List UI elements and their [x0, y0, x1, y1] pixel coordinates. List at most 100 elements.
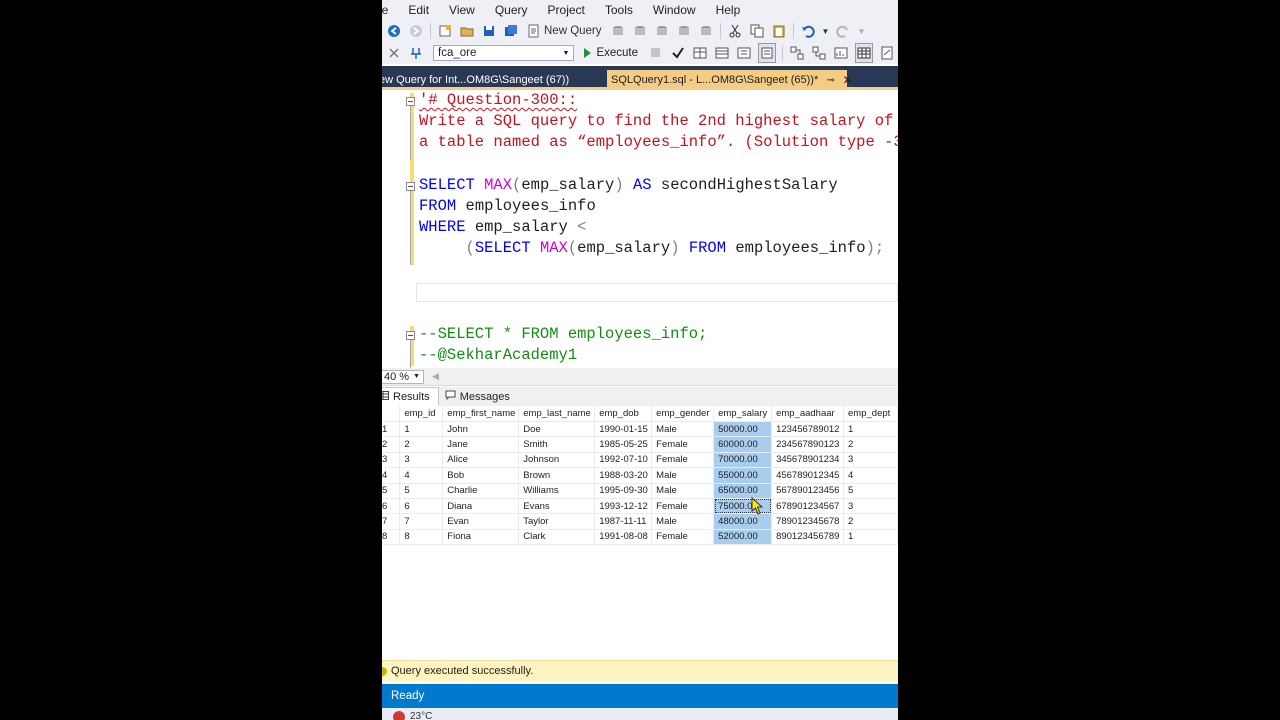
live-stats-icon[interactable]: [811, 44, 827, 62]
cell-emp-aadhaar[interactable]: 678901234567: [771, 498, 845, 515]
cell-emp-dob[interactable]: 1991-08-08: [594, 529, 653, 546]
cell-emp-dept[interactable]: 3: [843, 452, 898, 469]
scroll-left-icon[interactable]: ◀: [432, 371, 439, 382]
column-header-emp-last-name[interactable]: emp_last_name: [518, 406, 596, 422]
cell-emp-dept[interactable]: 2: [843, 513, 898, 530]
row-number-header[interactable]: [382, 406, 401, 422]
paste-icon[interactable]: [771, 22, 787, 40]
stop-icon[interactable]: [648, 44, 664, 62]
cell-emp-last-name[interactable]: Smith: [518, 436, 596, 453]
cell-emp-dept[interactable]: 4: [843, 467, 898, 484]
table-row[interactable]: 5 5 Charlie Williams 1995-09-30 Male 65000.00 5…: [382, 483, 898, 499]
cell-emp-aadhaar[interactable]: 789012345678: [771, 513, 845, 530]
menu-tools[interactable]: Tools: [595, 3, 643, 17]
column-header-emp-salary[interactable]: emp_salary: [713, 406, 773, 422]
cell-emp-first-name[interactable]: Jane: [442, 436, 520, 453]
table-row[interactable]: 4 4 Bob Brown 1988-03-20 Male 55000.00 45678901…: [382, 467, 898, 484]
cell-emp-gender[interactable]: Female: [651, 436, 715, 453]
row-number[interactable]: 4: [382, 467, 401, 484]
menu-file[interactable]: le: [382, 3, 398, 17]
cell-emp-id[interactable]: 4: [399, 467, 444, 484]
undo-icon[interactable]: [800, 22, 816, 40]
dmx-query-icon[interactable]: [654, 22, 670, 40]
new-query-button[interactable]: New Query: [525, 22, 604, 40]
cell-emp-salary[interactable]: 52000.00: [713, 529, 773, 546]
cell-emp-id[interactable]: 1: [399, 421, 444, 438]
row-number[interactable]: 3: [382, 452, 401, 469]
cell-emp-id[interactable]: 6: [399, 498, 444, 515]
results-to-grid-icon[interactable]: [855, 43, 873, 63]
column-header-emp-id[interactable]: emp_id: [399, 406, 444, 422]
column-header-emp-dept[interactable]: emp_dept: [843, 406, 898, 422]
cell-emp-aadhaar[interactable]: 567890123456: [771, 483, 845, 499]
cell-emp-gender[interactable]: Female: [651, 498, 715, 515]
undo-dropdown-icon[interactable]: ▼: [822, 22, 830, 40]
cell-emp-aadhaar[interactable]: 456789012345: [771, 467, 845, 484]
cell-emp-first-name[interactable]: Fiona: [442, 529, 520, 546]
menu-edit[interactable]: Edit: [398, 3, 439, 17]
cell-emp-dept[interactable]: 5: [843, 483, 898, 499]
client-stats-icon[interactable]: [833, 44, 849, 62]
pin-icon[interactable]: ⊸: [826, 75, 834, 86]
new-project-icon[interactable]: [437, 22, 453, 40]
back-icon[interactable]: [386, 22, 402, 40]
zoom-select[interactable]: 40 % ▼: [382, 369, 424, 384]
cell-emp-salary[interactable]: 70000.00: [713, 452, 773, 469]
cell-emp-dob[interactable]: 1990-01-15: [594, 421, 653, 438]
database-select[interactable]: fca_ore ▼: [433, 45, 575, 61]
cell-emp-first-name[interactable]: John: [442, 421, 520, 438]
cell-emp-last-name[interactable]: Doe: [518, 421, 596, 438]
save-all-icon[interactable]: [503, 22, 519, 40]
query-designer-icon[interactable]: [714, 44, 730, 62]
table-row[interactable]: 8 8 Fiona Clark 1991-08-08 Female 52000.00 8901…: [382, 529, 898, 546]
row-number[interactable]: 2: [382, 436, 401, 453]
cell-emp-dob[interactable]: 1992-07-10: [594, 452, 653, 469]
row-number[interactable]: 7: [382, 513, 401, 530]
cell-emp-dob[interactable]: 1993-12-12: [594, 498, 653, 515]
cell-emp-first-name[interactable]: Diana: [442, 498, 520, 515]
row-number[interactable]: 1: [382, 421, 401, 438]
query-options-icon[interactable]: [736, 44, 752, 62]
tab-results[interactable]: Results: [382, 387, 439, 406]
cell-emp-last-name[interactable]: Clark: [518, 529, 596, 546]
cell-emp-id[interactable]: 5: [399, 483, 444, 499]
cell-emp-aadhaar[interactable]: 234567890123: [771, 436, 845, 453]
db-query-icon[interactable]: [610, 22, 626, 40]
save-icon[interactable]: [481, 22, 497, 40]
menu-help[interactable]: Help: [706, 3, 751, 17]
tab-sqlquery1[interactable]: SQLQuery1.sql - L...OM8G\Sangeet (65))* …: [607, 70, 853, 90]
sql-editor[interactable]: '# Question-300:: Write a SQL query to f…: [382, 90, 898, 368]
menu-view[interactable]: View: [439, 3, 485, 17]
results-grid[interactable]: emp_id emp_first_name emp_last_name emp_dob…: [382, 406, 898, 660]
cell-emp-gender[interactable]: Male: [651, 421, 715, 438]
cell-emp-id[interactable]: 3: [399, 452, 444, 469]
cell-emp-gender[interactable]: Male: [651, 483, 715, 499]
column-header-emp-aadhaar[interactable]: emp_aadhaar: [771, 406, 845, 422]
cell-emp-first-name[interactable]: Evan: [442, 513, 520, 530]
cell-emp-last-name[interactable]: Brown: [518, 467, 596, 484]
tab-messages[interactable]: Messages: [445, 387, 516, 406]
display-plan-icon[interactable]: [692, 44, 708, 62]
cell-emp-aadhaar[interactable]: 345678901234: [771, 452, 845, 469]
cell-emp-id[interactable]: 8: [399, 529, 444, 546]
collapse-icon[interactable]: [406, 331, 415, 340]
close-icon[interactable]: ✕: [843, 73, 853, 87]
results-to-file-icon[interactable]: [879, 44, 895, 62]
cell-emp-gender[interactable]: Male: [651, 467, 715, 484]
cell-emp-dept[interactable]: 3: [843, 498, 898, 515]
cell-emp-dob[interactable]: 1988-03-20: [594, 467, 653, 484]
xmla-query-icon[interactable]: [676, 22, 692, 40]
cell-emp-id[interactable]: 7: [399, 513, 444, 530]
cell-emp-salary[interactable]: 60000.00: [713, 436, 773, 453]
cell-emp-gender[interactable]: Female: [651, 452, 715, 469]
include-plan-icon[interactable]: [789, 44, 805, 62]
cell-emp-first-name[interactable]: Charlie: [442, 483, 520, 499]
cell-emp-dob[interactable]: 1995-09-30: [594, 483, 653, 499]
weather-icon[interactable]: [393, 711, 405, 720]
cell-emp-gender[interactable]: Male: [651, 513, 715, 530]
row-number[interactable]: 8: [382, 529, 401, 546]
cell-emp-last-name[interactable]: Evans: [518, 498, 596, 515]
cell-emp-dept[interactable]: 1: [843, 529, 898, 546]
menu-query[interactable]: Query: [485, 3, 538, 17]
collapse-icon[interactable]: [406, 182, 415, 191]
